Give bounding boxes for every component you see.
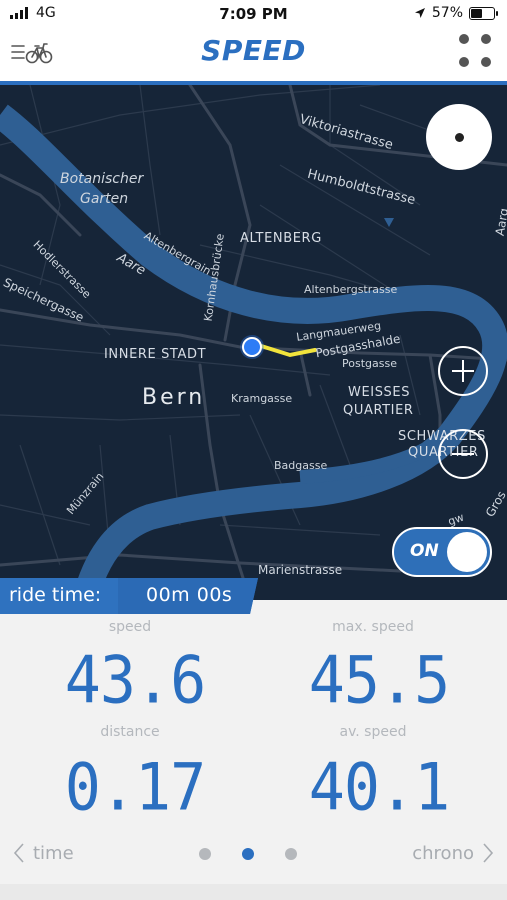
speed-value: 43.6 [64, 643, 207, 719]
distance-value: 0.17 [64, 750, 207, 826]
map-label: Postgasse [342, 357, 397, 370]
next-page-label: chrono [412, 842, 474, 864]
chevron-left-icon [13, 843, 24, 863]
prev-page-button[interactable]: time [13, 842, 74, 864]
next-page-button[interactable]: chrono [412, 842, 494, 864]
dot-icon [481, 34, 491, 44]
map-label: Bern [142, 385, 206, 410]
avg-speed-label: av. speed [339, 724, 407, 740]
map-label: Garten [80, 191, 129, 207]
battery-percent: 57% [431, 5, 463, 21]
toggle-knob [447, 532, 487, 572]
dot-icon [459, 57, 469, 67]
map-label: QUARTIER [343, 403, 414, 418]
chevron-right-icon [483, 843, 494, 863]
location-arrow-icon [414, 8, 425, 18]
distance-label: distance [100, 724, 160, 740]
zoom-in-button[interactable] [438, 346, 488, 396]
app-header: SPEED [0, 28, 507, 85]
map-label: Marienstrasse [258, 563, 343, 577]
zoom-out-button[interactable] [438, 429, 488, 479]
map-label: Badgasse [274, 459, 328, 472]
prev-page-label: time [33, 842, 74, 864]
map-label: WEISSES [348, 385, 411, 400]
ride-time-value: 00m 00s [146, 584, 233, 606]
ride-time-label: ride time: [9, 584, 102, 606]
max-speed-label: max. speed [332, 619, 414, 635]
page-indicator [199, 848, 297, 860]
recenter-button[interactable] [426, 104, 492, 170]
max-speed-value: 45.5 [308, 643, 451, 719]
dot-icon [481, 57, 491, 67]
avg-speed-value: 40.1 [308, 750, 451, 826]
map-label: INNERE STADT [104, 347, 207, 362]
map-label: Kramgasse [231, 392, 293, 405]
page-dot[interactable] [285, 848, 297, 860]
speed-label: speed [108, 619, 152, 635]
recenter-dot-icon [455, 133, 464, 142]
toggle-label: ON [410, 541, 439, 561]
page-title: SPEED [201, 34, 306, 67]
bottom-edge [0, 884, 507, 900]
status-bar: 4G 7:09 PM 57% [0, 0, 507, 28]
map-view[interactable]: Viktoriastrasse Humboldtstrasse Botanisc… [0, 85, 507, 600]
battery-icon [469, 6, 498, 20]
map-label: Altenbergstrasse [304, 283, 398, 296]
grid-menu-button[interactable] [455, 30, 495, 72]
four-dots-icon [459, 34, 469, 44]
map-canvas [0, 85, 507, 600]
page-dot-active[interactable] [242, 848, 254, 860]
status-right: 57% [414, 5, 498, 21]
map-label: ALTENBERG [240, 231, 322, 246]
tracking-toggle[interactable]: ON [392, 527, 492, 577]
map-label: Botanischer [60, 171, 144, 187]
page-dot[interactable] [199, 848, 211, 860]
ride-time-bar: ride time: 00m 00s [0, 578, 258, 614]
